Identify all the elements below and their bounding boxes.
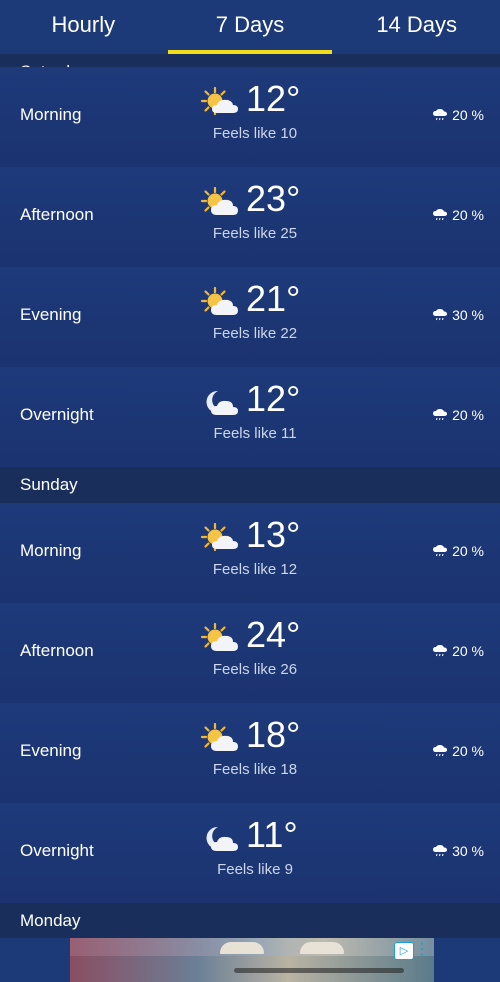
feels-like: Feels like 10 (212, 125, 298, 142)
tab-7-days[interactable]: 7 Days (167, 0, 334, 54)
rain-cloud-icon (433, 845, 448, 857)
ad-choices-icon[interactable]: ▷ (394, 942, 414, 960)
precipitation-value: 20 % (452, 743, 484, 759)
tab-14-days[interactable]: 14 Days (333, 0, 500, 54)
feels-like: Feels like 25 (212, 225, 298, 242)
rain-cloud-icon (433, 545, 448, 557)
tab-hourly[interactable]: Hourly (0, 0, 167, 54)
moon-cloud-icon (206, 390, 238, 415)
period-label: Overnight (20, 405, 94, 424)
period-row[interactable]: Evening 21° Feels like 22 30 % (0, 267, 500, 367)
period-label: Afternoon (20, 641, 94, 660)
precipitation: 20 % (433, 543, 484, 559)
sun-cloud-icon (200, 522, 238, 552)
moon-cloud-icon (206, 826, 238, 851)
sun-cloud-icon (200, 186, 238, 215)
period-row[interactable]: Evening 18° Feels like 18 20 % (0, 703, 500, 803)
precipitation: 20 % (433, 407, 484, 423)
rain-cloud-icon (433, 209, 448, 221)
period-row[interactable]: Afternoon 23° Feels like 25 20 % (0, 167, 500, 267)
precipitation-value: 20 % (452, 207, 484, 223)
rain-cloud-icon (433, 645, 448, 657)
period-row[interactable]: Afternoon 24° Feels like 26 20 % (0, 603, 500, 703)
feels-like: Feels like 18 (212, 761, 298, 778)
period-row[interactable]: Morning 12° Feels like 10 20 % (0, 67, 500, 167)
rain-cloud-icon (433, 409, 448, 421)
precipitation: 30 % (433, 843, 484, 859)
precipitation-value: 30 % (452, 307, 484, 323)
rain-cloud-icon (433, 309, 448, 321)
sun-cloud-icon (200, 286, 238, 315)
precipitation: 20 % (433, 743, 484, 759)
temperature: 23° (246, 178, 301, 219)
precipitation: 20 % (433, 643, 484, 659)
period-label: Overnight (20, 841, 94, 860)
temperature: 12° (246, 378, 301, 419)
precipitation-value: 20 % (452, 407, 484, 423)
period-label: Evening (20, 741, 82, 760)
sun-cloud-icon (200, 622, 238, 651)
precipitation-value: 20 % (452, 107, 484, 123)
period-label: Morning (20, 105, 82, 124)
precipitation-value: 30 % (452, 843, 484, 859)
ad-scrubber (234, 968, 404, 973)
temperature: 24° (246, 614, 301, 655)
period-label: Afternoon (20, 205, 94, 224)
precipitation-value: 20 % (452, 543, 484, 559)
precipitation: 20 % (433, 207, 484, 223)
temperature: 18° (246, 714, 301, 755)
period-label: Morning (20, 541, 82, 560)
feels-like: Feels like 12 (212, 561, 298, 578)
feels-like: Feels like 11 (213, 425, 297, 442)
temperature: 21° (246, 278, 301, 319)
precipitation-value: 20 % (452, 643, 484, 659)
precipitation: 30 % (433, 307, 484, 323)
ad-image[interactable]: ▷ ⋮ (70, 938, 434, 982)
precipitation: 20 % (433, 107, 484, 123)
ad-menu-icon[interactable]: ⋮ (414, 940, 430, 960)
day-header-sunday: Sunday (0, 467, 500, 503)
feels-like: Feels like 26 (212, 661, 298, 678)
rain-cloud-icon (433, 745, 448, 757)
sun-cloud-icon (200, 722, 238, 751)
period-row[interactable]: Overnight 11° Feels like 9 30 % (0, 803, 500, 903)
temperature: 12° (246, 78, 301, 119)
feels-like: Feels like 22 (212, 325, 298, 342)
temperature: 11° (246, 814, 298, 855)
temperature: 13° (246, 514, 301, 555)
tab-bar: Hourly 7 Days 14 Days (0, 0, 500, 54)
period-row[interactable]: Morning 13° Feels like 12 20 % (0, 503, 500, 603)
rain-cloud-icon (433, 109, 448, 121)
period-label: Evening (20, 305, 82, 324)
period-row[interactable]: Overnight 12° Feels like 11 20 % (0, 367, 500, 467)
day-header-monday: Monday (0, 903, 500, 939)
sun-cloud-icon (200, 86, 238, 116)
feels-like: Feels like 9 (217, 861, 293, 878)
ad-banner: ▷ ⋮ (0, 938, 500, 982)
